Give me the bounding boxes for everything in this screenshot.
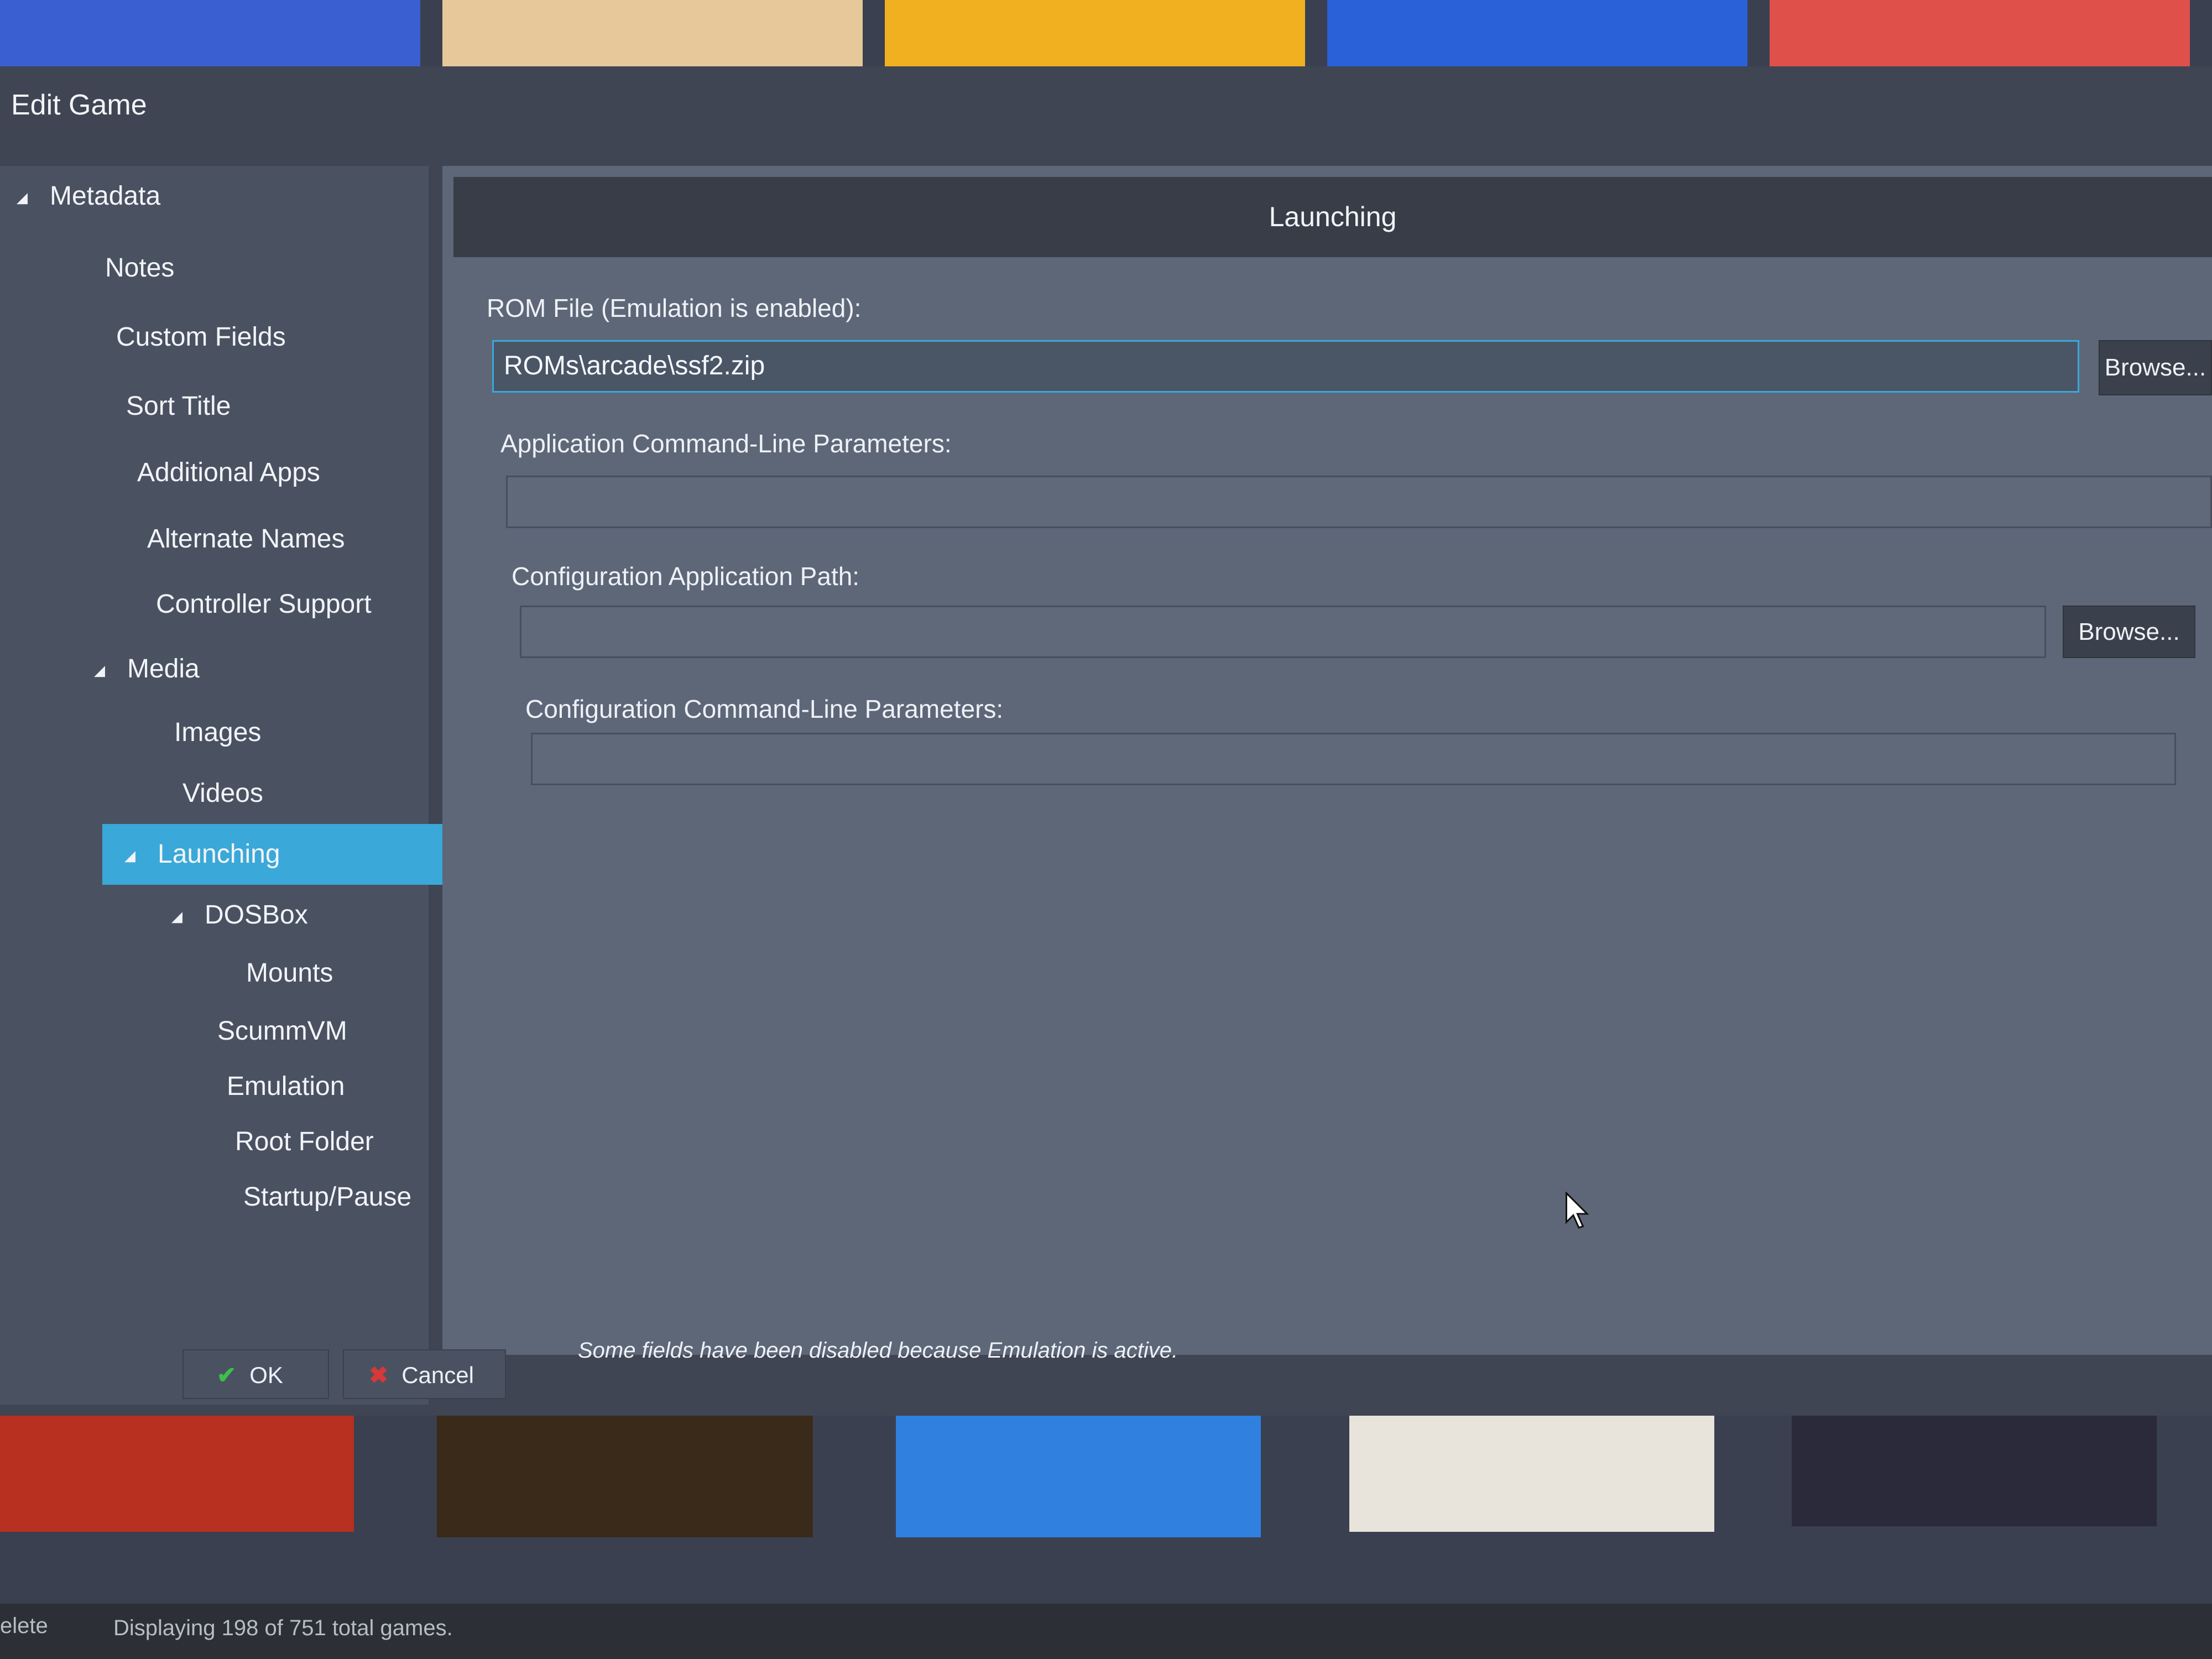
sidebar-item-label: Media [127, 654, 200, 684]
background-game-art-bottom [0, 1394, 2212, 1548]
panel-header: Launching [453, 177, 2212, 257]
ok-label: OK [249, 1362, 283, 1388]
config-params-input[interactable] [531, 733, 2176, 785]
sidebar-item-label: Controller Support [156, 589, 372, 619]
status-bar: elete Displaying 198 of 751 total games. [0, 1604, 2212, 1659]
rom-browse-button[interactable]: Browse... [2099, 340, 2212, 395]
expand-arrow-icon: ◢ [17, 189, 28, 206]
sidebar-item-alternate-names[interactable]: Alternate Names [147, 509, 345, 570]
sidebar-item-launching[interactable]: ◢ Launching [102, 824, 495, 885]
sidebar-item-label: DOSBox [205, 900, 308, 930]
cancel-label: Cancel [401, 1362, 474, 1388]
mouse-cursor-icon [1566, 1192, 1589, 1229]
sidebar-item-controller-support[interactable]: Controller Support [156, 574, 372, 635]
sidebar-item-scummvm[interactable]: ScummVM [217, 1001, 347, 1062]
config-params-label: Configuration Command-Line Parameters: [525, 695, 1004, 723]
sidebar-item-emulation[interactable]: Emulation [227, 1056, 345, 1117]
sidebar-item-label: Videos [182, 779, 263, 808]
game-box-art-row [0, 1394, 2157, 1537]
game-box-art [442, 0, 863, 72]
game-box-art [1327, 0, 1747, 72]
sidebar-item-label: Images [174, 718, 262, 747]
config-browse-button[interactable]: Browse... [2063, 606, 2195, 658]
cancel-button[interactable]: ✖ Cancel [343, 1349, 506, 1399]
sidebar-item-label: Notes [105, 253, 175, 283]
sidebar-item-root-folder[interactable]: Root Folder [235, 1112, 374, 1172]
sidebar-item-label: Launching [158, 839, 280, 869]
sidebar-item-label: Metadata [50, 181, 161, 211]
status-delete-button[interactable]: elete [0, 1614, 48, 1639]
sidebar-item-label: Additional Apps [137, 458, 320, 487]
config-path-input[interactable] [520, 606, 2046, 658]
checkmark-icon: ✔ [217, 1362, 237, 1388]
config-path-label: Configuration Application Path: [512, 562, 860, 591]
sidebar-item-label: Emulation [227, 1072, 345, 1101]
rom-file-input[interactable]: ROMs\arcade\ssf2.zip [492, 340, 2079, 393]
sidebar-item-label: Sort Title [126, 392, 231, 421]
sidebar-item-label: Custom Fields [116, 322, 286, 352]
app-params-label: Application Command-Line Parameters: [500, 429, 952, 458]
sidebar-item-label: ScummVM [217, 1016, 347, 1046]
edit-game-dialog: Edit Game ◢ Metadata Notes Custom Fields … [0, 66, 2212, 1416]
expand-arrow-icon: ◢ [124, 847, 135, 864]
sidebar-item-images[interactable]: Images [174, 702, 261, 763]
sidebar-item-label: Mounts [246, 958, 333, 988]
launching-panel: Launching ROM File (Emulation is enabled… [442, 166, 2212, 1355]
game-box-art [0, 0, 420, 72]
app-params-input[interactable] [506, 476, 2212, 528]
sidebar-item-videos[interactable]: Videos [182, 763, 263, 824]
status-game-count: Displaying 198 of 751 total games. [113, 1616, 453, 1640]
sidebar-item-custom-fields[interactable]: Custom Fields [116, 307, 286, 368]
background-game-art-top [0, 0, 2212, 72]
sidebar-item-mounts[interactable]: Mounts [246, 943, 333, 1004]
sidebar-nav: ◢ Metadata Notes Custom Fields Sort Title… [0, 166, 495, 1405]
sidebar-item-startup-pause[interactable]: Startup/Pause [243, 1167, 411, 1228]
sidebar-item-label: Alternate Names [147, 524, 345, 554]
sidebar-item-notes[interactable]: Notes [105, 238, 174, 299]
sidebar-item-sort-title[interactable]: Sort Title [126, 376, 231, 437]
sidebar-item-label: Startup/Pause [243, 1182, 412, 1212]
sidebar-item-additional-apps[interactable]: Additional Apps [137, 442, 320, 503]
sidebar-item-label: Root Folder [235, 1127, 374, 1156]
ok-button[interactable]: ✔ OK [182, 1349, 329, 1399]
expand-arrow-icon: ◢ [171, 908, 182, 925]
expand-arrow-icon: ◢ [94, 662, 105, 679]
game-box-art [885, 0, 1305, 72]
dialog-title: Edit Game [11, 89, 147, 121]
sidebar-item-metadata[interactable]: ◢ Metadata [17, 166, 160, 227]
cross-icon: ✖ [369, 1362, 389, 1388]
game-box-art [1770, 0, 2190, 72]
emulation-note: Some fields have been disabled because E… [578, 1338, 1178, 1363]
sidebar-item-dosbox[interactable]: ◢ DOSBox [171, 885, 308, 946]
rom-file-label: ROM File (Emulation is enabled): [487, 294, 862, 322]
sidebar-item-media[interactable]: ◢ Media [94, 639, 200, 700]
